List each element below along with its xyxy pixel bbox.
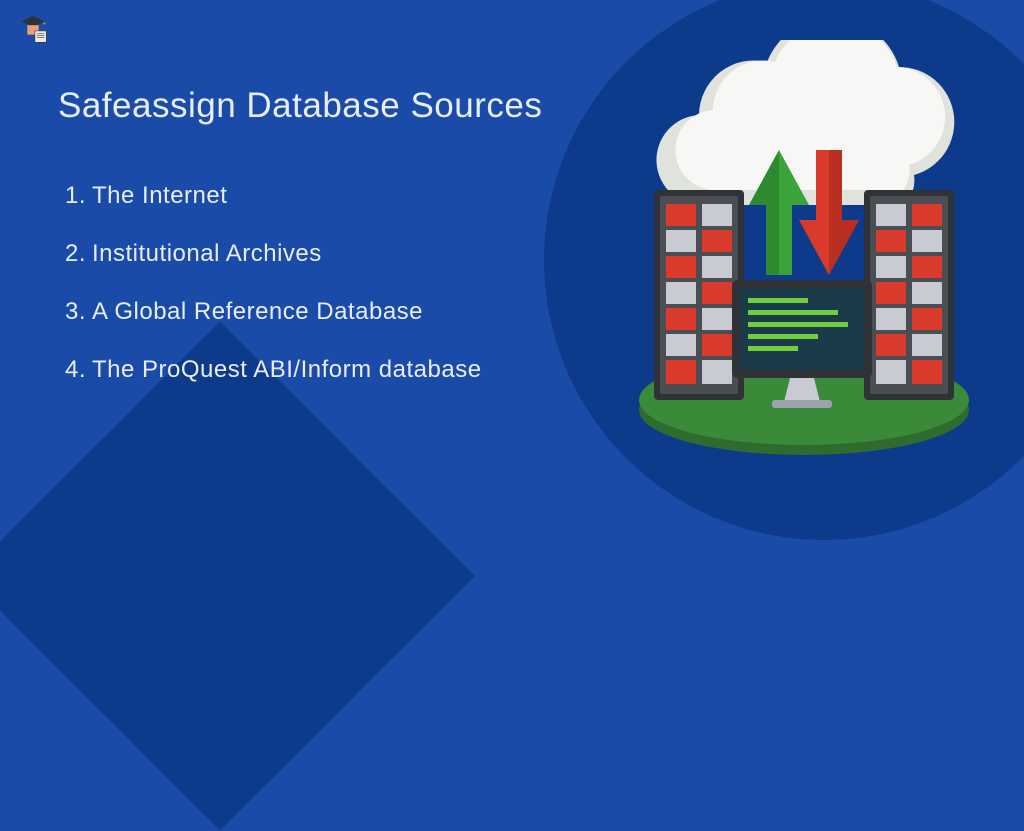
cloud-icon [656, 40, 954, 205]
list-item: A Global Reference Database [58, 298, 542, 326]
list-item-label: A Global Reference Database [92, 298, 423, 326]
list-item: The ProQuest ABI/Inform database [58, 356, 542, 384]
list-item: Institutional Archives [58, 240, 542, 268]
list-item-label: The Internet [92, 182, 227, 210]
sources-list: The Internet Institutional Archives A Gl… [58, 182, 542, 384]
content-block: Safeassign Database Sources The Internet… [58, 86, 542, 414]
cloud-servers-illustration [614, 40, 994, 460]
list-item: The Internet [58, 182, 542, 210]
graduation-scholar-icon [14, 10, 52, 48]
list-item-label: Institutional Archives [92, 240, 322, 268]
list-item-label: The ProQuest ABI/Inform database [92, 356, 482, 384]
page-title: Safeassign Database Sources [58, 86, 542, 126]
server-rack-icon [654, 190, 744, 400]
server-rack-icon [864, 190, 954, 400]
